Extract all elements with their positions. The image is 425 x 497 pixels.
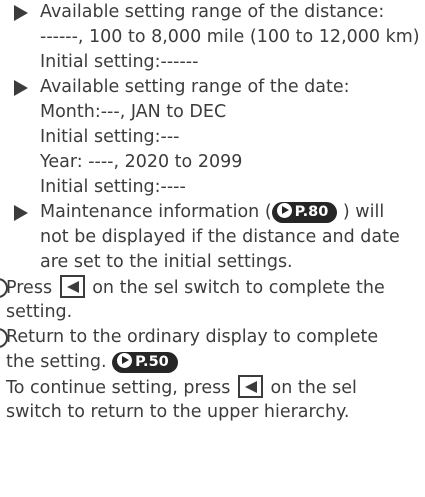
note-distance-range-values: ------, 100 to 8,000 mile (100 to 12,000… (40, 27, 420, 47)
bullet-arrow-icon (14, 5, 28, 21)
note-year-range: Year: ----, 2020 to 2099 (40, 152, 243, 172)
manual-page: Available setting range of the distance:… (0, 0, 425, 497)
step-press-text: Press (6, 278, 53, 298)
step-press-text-end: on the sel switch to complete the (92, 278, 385, 298)
step-press-line: Press on the sel switch to complete the (6, 275, 385, 301)
step-return-line-2: the setting. P.50 (6, 350, 178, 375)
bullet-arrow-icon (14, 205, 28, 221)
note-maintenance-text: Maintenance information ( (40, 202, 272, 222)
step-continue-line-2: switch to return to the upper hierarchy. (6, 402, 350, 422)
note-month-range: Month:---, JAN to DEC (40, 102, 227, 122)
note-maintenance-line-2: not be displayed if the distance and dat… (40, 227, 400, 247)
page-reference-label: P.80 (294, 204, 329, 220)
sel-left-button-icon (237, 375, 263, 398)
bullet-arrow-icon (14, 80, 28, 96)
step-continue-text: To continue setting, press (6, 378, 231, 398)
page-reference-label: P.50 (135, 354, 169, 370)
page-reference-link[interactable]: P.80 (271, 202, 338, 223)
arrow-right-icon (117, 353, 133, 368)
note-month-initial-setting: Initial setting:--- (40, 127, 180, 147)
page-reference-link[interactable]: P.50 (112, 352, 178, 373)
note-distance-range-label: Available setting range of the distance: (40, 2, 385, 22)
step-press-line-2: setting. (6, 302, 73, 322)
step-continue-text-end: on the sel (270, 378, 357, 398)
note-maintenance-text-end: ) will (342, 202, 385, 222)
step-continue-line: To continue setting, press on the sel (6, 375, 357, 401)
step-return-line: Return to the ordinary display to comple… (6, 327, 379, 347)
note-year-initial-setting: Initial setting:---- (40, 177, 186, 197)
arrow-right-icon (276, 203, 292, 218)
note-maintenance-line-3: are set to the initial settings. (40, 252, 293, 272)
note-distance-initial-setting: Initial setting:------ (40, 52, 199, 72)
note-date-range-label: Available setting range of the date: (40, 77, 350, 97)
step-return-text: the setting. (6, 352, 107, 372)
sel-left-button-icon (59, 275, 85, 298)
note-maintenance-line: Maintenance information ( P.80 ) will (40, 200, 384, 225)
